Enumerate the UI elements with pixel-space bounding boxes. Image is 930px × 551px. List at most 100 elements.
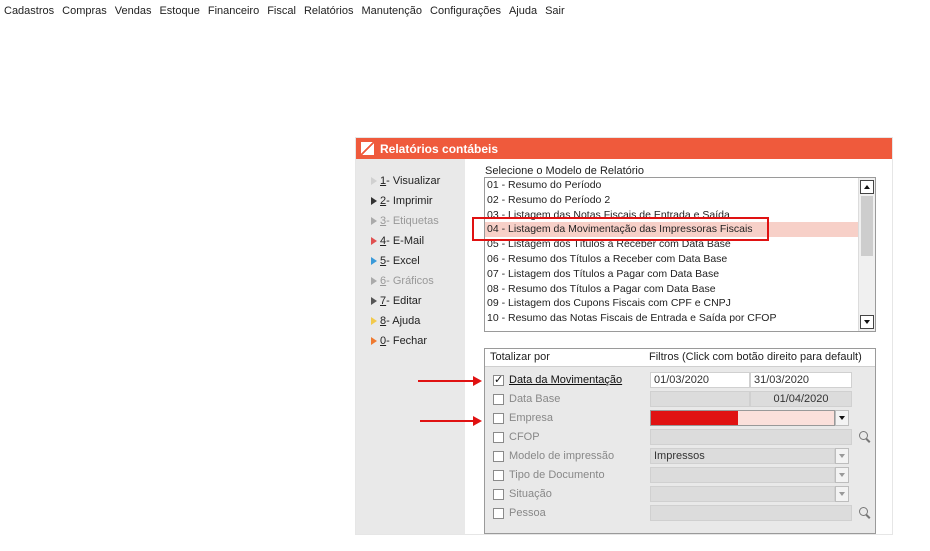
filter-label: Situação bbox=[509, 488, 552, 500]
totalizar-header: Totalizar por bbox=[490, 351, 550, 363]
date-base-empty-field[interactable] bbox=[650, 391, 750, 407]
menu-cadastros[interactable]: Cadastros bbox=[4, 5, 54, 17]
list-item[interactable]: 03 - Listagem das Notas Fiscais de Entra… bbox=[485, 208, 859, 223]
action-label: - Gráficos bbox=[386, 275, 434, 287]
play-icon bbox=[371, 177, 377, 185]
checkbox-data-base[interactable] bbox=[493, 394, 504, 405]
list-item[interactable]: 07 - Listagem dos Títulos a Pagar com Da… bbox=[485, 267, 859, 282]
play-icon bbox=[371, 237, 377, 245]
action-label: - Ajuda bbox=[386, 315, 421, 327]
play-icon bbox=[371, 297, 377, 305]
filter-row-modelo: Modelo de impressão Impressos bbox=[485, 447, 875, 466]
filter-label: Data Base bbox=[509, 393, 561, 405]
menu-fiscal[interactable]: Fiscal bbox=[267, 5, 296, 17]
play-icon bbox=[371, 277, 377, 285]
filter-label: Empresa bbox=[509, 412, 554, 424]
app-logo-icon bbox=[361, 142, 374, 155]
filter-label: CFOP bbox=[509, 431, 540, 443]
menu-financeiro[interactable]: Financeiro bbox=[208, 5, 259, 17]
menu-compras[interactable]: Compras bbox=[62, 5, 107, 17]
play-icon bbox=[371, 217, 377, 225]
menu-manutencao[interactable]: Manutenção bbox=[361, 5, 422, 17]
tipo-documento-select[interactable] bbox=[650, 467, 835, 483]
checkbox-modelo[interactable] bbox=[493, 451, 504, 462]
pessoa-field[interactable] bbox=[650, 505, 852, 521]
report-listbox[interactable]: 01 - Resumo do Período 02 - Resumo do Pe… bbox=[484, 177, 876, 332]
list-item[interactable]: 02 - Resumo do Período 2 bbox=[485, 193, 859, 208]
menu-sair[interactable]: Sair bbox=[545, 5, 565, 17]
checkbox-empresa[interactable] bbox=[493, 413, 504, 424]
list-item[interactable]: 08 - Resumo dos Títulos a Pagar com Data… bbox=[485, 282, 859, 297]
chevron-down-icon[interactable] bbox=[835, 486, 849, 502]
date-start-field[interactable]: 01/03/2020 bbox=[650, 372, 750, 388]
dialog-titlebar: Relatórios contábeis bbox=[356, 138, 892, 159]
menu-vendas[interactable]: Vendas bbox=[115, 5, 152, 17]
search-icon[interactable] bbox=[859, 431, 871, 443]
date-end-field[interactable]: 31/03/2020 bbox=[750, 372, 852, 388]
reports-dialog: Relatórios contábeis 1 - Visualizar 2 - … bbox=[355, 137, 893, 535]
menu-ajuda[interactable]: Ajuda bbox=[509, 5, 537, 17]
action-ajuda[interactable]: 8 - Ajuda bbox=[371, 311, 440, 331]
scroll-thumb[interactable] bbox=[861, 196, 873, 256]
action-fechar[interactable]: 0 - Fechar bbox=[371, 331, 440, 351]
chevron-down-icon[interactable] bbox=[835, 410, 849, 426]
filter-row-tipo-documento: Tipo de Documento bbox=[485, 466, 875, 485]
action-label: - Editar bbox=[386, 295, 422, 307]
filter-row-situacao: Situação bbox=[485, 485, 875, 504]
list-item[interactable]: 06 - Resumo dos Títulos a Receber com Da… bbox=[485, 252, 859, 267]
filter-row-cfop: CFOP bbox=[485, 428, 875, 447]
empresa-redacted bbox=[651, 411, 738, 425]
play-icon bbox=[371, 197, 377, 205]
filter-row-pessoa: Pessoa bbox=[485, 504, 875, 523]
cfop-field[interactable] bbox=[650, 429, 852, 445]
action-etiquetas[interactable]: 3 - Etiquetas bbox=[371, 211, 440, 231]
list-item[interactable]: 05 - Listagem dos Títulos a Receber com … bbox=[485, 237, 859, 252]
action-editar[interactable]: 7 - Editar bbox=[371, 291, 440, 311]
checkbox-cfop[interactable] bbox=[493, 432, 504, 443]
scroll-up-icon[interactable] bbox=[860, 180, 874, 194]
filters-panel: Totalizar por Filtros (Click com botão d… bbox=[484, 348, 876, 534]
situacao-select[interactable] bbox=[650, 486, 835, 502]
filter-row-data-movimentacao: Data da Movimentação 01/03/2020 31/03/20… bbox=[485, 371, 875, 390]
list-item[interactable]: 01 - Resumo do Período bbox=[485, 178, 859, 193]
menu-estoque[interactable]: Estoque bbox=[159, 5, 199, 17]
chevron-down-icon[interactable] bbox=[835, 467, 849, 483]
checkbox-situacao[interactable] bbox=[493, 489, 504, 500]
checkbox-data-movimentacao[interactable] bbox=[493, 373, 504, 386]
filtros-header: Filtros (Click com botão direito para de… bbox=[649, 351, 862, 363]
date-base-field[interactable]: 01/04/2020 bbox=[750, 391, 852, 407]
action-label: - Excel bbox=[386, 255, 420, 267]
menu-bar: Cadastros Compras Vendas Estoque Finance… bbox=[0, 0, 930, 22]
filter-row-data-base: Data Base 01/04/2020 bbox=[485, 390, 875, 409]
action-graficos[interactable]: 6 - Gráficos bbox=[371, 271, 440, 291]
filter-label: Data da Movimentação bbox=[509, 374, 623, 386]
listbox-scrollbar[interactable] bbox=[858, 178, 875, 331]
menu-configuracoes[interactable]: Configurações bbox=[430, 5, 501, 17]
main-panel: Selecione o Modelo de Relatório 01 - Res… bbox=[465, 159, 892, 534]
play-icon bbox=[371, 257, 377, 265]
empresa-select[interactable] bbox=[650, 410, 835, 426]
action-visualizar[interactable]: 1 - Visualizar bbox=[371, 171, 440, 191]
modelo-select[interactable]: Impressos bbox=[650, 448, 835, 464]
list-item[interactable]: 09 - Listagem dos Cupons Fiscais com CPF… bbox=[485, 296, 859, 311]
chevron-down-icon[interactable] bbox=[835, 448, 849, 464]
checkbox-tipo-documento[interactable] bbox=[493, 470, 504, 481]
list-item[interactable]: 10 - Resumo das Notas Fiscais de Entrada… bbox=[485, 311, 859, 326]
filter-label: Tipo de Documento bbox=[509, 469, 605, 481]
list-item-selected[interactable]: 04 - Listagem da Movimentação das Impres… bbox=[485, 222, 859, 238]
actions-panel: 1 - Visualizar 2 - Imprimir 3 - Etiqueta… bbox=[356, 159, 465, 534]
dialog-title: Relatórios contábeis bbox=[380, 141, 499, 156]
select-report-label: Selecione o Modelo de Relatório bbox=[485, 165, 644, 177]
scroll-down-icon[interactable] bbox=[860, 315, 874, 329]
search-icon[interactable] bbox=[859, 507, 871, 519]
action-label: - Imprimir bbox=[386, 195, 433, 207]
play-icon bbox=[371, 317, 377, 325]
action-email[interactable]: 4 - E-Mail bbox=[371, 231, 440, 251]
checkbox-pessoa[interactable] bbox=[493, 508, 504, 519]
action-imprimir[interactable]: 2 - Imprimir bbox=[371, 191, 440, 211]
action-label: - E-Mail bbox=[386, 235, 425, 247]
action-excel[interactable]: 5 - Excel bbox=[371, 251, 440, 271]
menu-relatorios[interactable]: Relatórios bbox=[304, 5, 354, 17]
annotation-arrow-icon bbox=[418, 376, 482, 386]
filter-label: Pessoa bbox=[509, 507, 546, 519]
